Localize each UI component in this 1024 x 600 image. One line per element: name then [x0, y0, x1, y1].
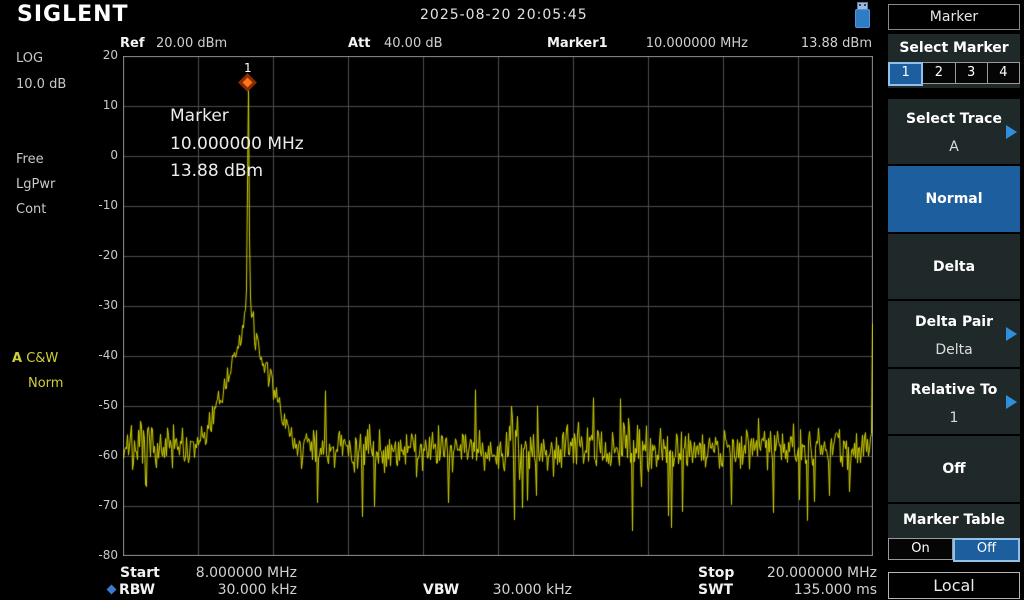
submenu-arrow-icon [1006, 327, 1017, 341]
delta-label: Delta [932, 258, 976, 275]
trace-status-label: A C&W [12, 351, 58, 366]
normal-label: Normal [925, 191, 983, 207]
marker-annotation-ampl: 13.88 dBm [170, 161, 264, 181]
trigger-label: Free [16, 152, 44, 167]
submenu-arrow-icon [1006, 394, 1017, 409]
usb-body-icon [855, 9, 870, 28]
marker-2-button[interactable]: 2 [923, 62, 956, 84]
marker-flag-number: 1 [244, 60, 252, 75]
softkey-menu: Marker Select Marker 1 2 3 4 Select Trac… [886, 0, 1024, 600]
swt-label: SWT [698, 582, 734, 598]
y-axis-tick: -80 [98, 548, 118, 562]
attenuation-label: Att [348, 36, 371, 51]
relative-to-label: Relative To [910, 382, 998, 398]
rbw-value: 30.000 kHz [217, 582, 297, 598]
off-label: Off [942, 461, 966, 477]
stop-freq-label: Stop [698, 565, 735, 581]
select-trace-label: Select Trace [906, 111, 1002, 127]
trace-mode: C&W [26, 351, 59, 366]
delta-pair-button[interactable]: Delta Pair Delta [888, 301, 1020, 367]
local-button[interactable]: Local [888, 572, 1020, 599]
delta-pair-value: Delta [935, 342, 973, 358]
select-trace-value: A [949, 139, 959, 155]
datetime-display: 2025-08-20 20:05:45 [420, 7, 588, 23]
marker-table-segments: On Off [888, 538, 1020, 562]
marker-readout-ampl: 13.88 dBm [800, 36, 872, 51]
rbw-label: RBW [119, 582, 156, 598]
marker-1-button[interactable]: 1 [888, 62, 924, 86]
normal-button[interactable]: Normal [888, 166, 1020, 232]
start-freq-label: Start [120, 565, 160, 581]
y-axis-tick: 20 [102, 48, 118, 62]
select-marker-segments: 1 2 3 4 [888, 62, 1020, 86]
marker-4-button[interactable]: 4 [987, 62, 1020, 84]
usb-device-icon [853, 2, 871, 28]
menu-title: Marker [888, 4, 1020, 30]
y-axis-tick: 10 [102, 98, 118, 112]
marker-table-on-button[interactable]: On [888, 538, 953, 560]
relative-to-value: 1 [949, 410, 959, 426]
select-marker-label: Select Marker [899, 40, 1009, 56]
preamp-label: LgPwr [16, 177, 56, 192]
relative-to-button[interactable]: Relative To 1 [888, 369, 1020, 434]
siglent-logo: SIGLENT [17, 2, 129, 27]
sweep-mode-label: Cont [16, 202, 47, 217]
ref-level-value: 20.00 dBm [156, 36, 228, 51]
marker-annotation-title: Marker [170, 106, 229, 126]
y-axis-tick: 0 [110, 148, 118, 162]
select-trace-button[interactable]: Select Trace A [888, 99, 1020, 164]
trace-letter: A [12, 351, 23, 366]
marker-table-off-button[interactable]: Off [953, 538, 1020, 562]
y-axis-tick: -70 [98, 498, 118, 512]
ref-level-label: Ref [120, 36, 145, 51]
marker-3-button[interactable]: 3 [955, 62, 988, 84]
attenuation-value: 40.00 dB [384, 36, 443, 51]
vbw-label: VBW [423, 582, 460, 598]
y-axis-tick: -40 [98, 348, 118, 362]
scale-type-label: LOG [16, 51, 44, 66]
marker-annotation-freq: 10.000000 MHz [170, 134, 304, 154]
marker-table-label: Marker Table [903, 512, 1005, 528]
spectrum-plot-canvas [123, 56, 873, 556]
swt-value: 135.000 ms [793, 582, 877, 598]
vbw-value: 30.000 kHz [492, 582, 572, 598]
y-axis-tick: -10 [98, 198, 118, 212]
marker-readout-label: Marker1 [547, 36, 608, 51]
y-axis-tick: -20 [98, 248, 118, 262]
submenu-arrow-icon [1006, 124, 1017, 139]
y-axis-tick: -50 [98, 398, 118, 412]
y-axis-tick: -30 [98, 298, 118, 312]
marker-readout-freq: 10.000000 MHz [645, 36, 748, 51]
y-axis-tick: -60 [98, 448, 118, 462]
trace-a-diamond-icon [106, 584, 117, 595]
spectrum-analyzer-screen: { "top_bar": { "logo": "SIGLENT", "datet… [0, 0, 1024, 600]
stop-freq-value: 20.000000 MHz [766, 565, 877, 581]
trace-detector-label: Norm [28, 376, 64, 391]
start-freq-value: 8.000000 MHz [195, 565, 297, 581]
delta-button[interactable]: Delta [888, 234, 1020, 299]
scale-per-div-label: 10.0 dB [16, 77, 67, 92]
off-button[interactable]: Off [888, 436, 1020, 502]
delta-pair-label: Delta Pair [915, 314, 993, 330]
